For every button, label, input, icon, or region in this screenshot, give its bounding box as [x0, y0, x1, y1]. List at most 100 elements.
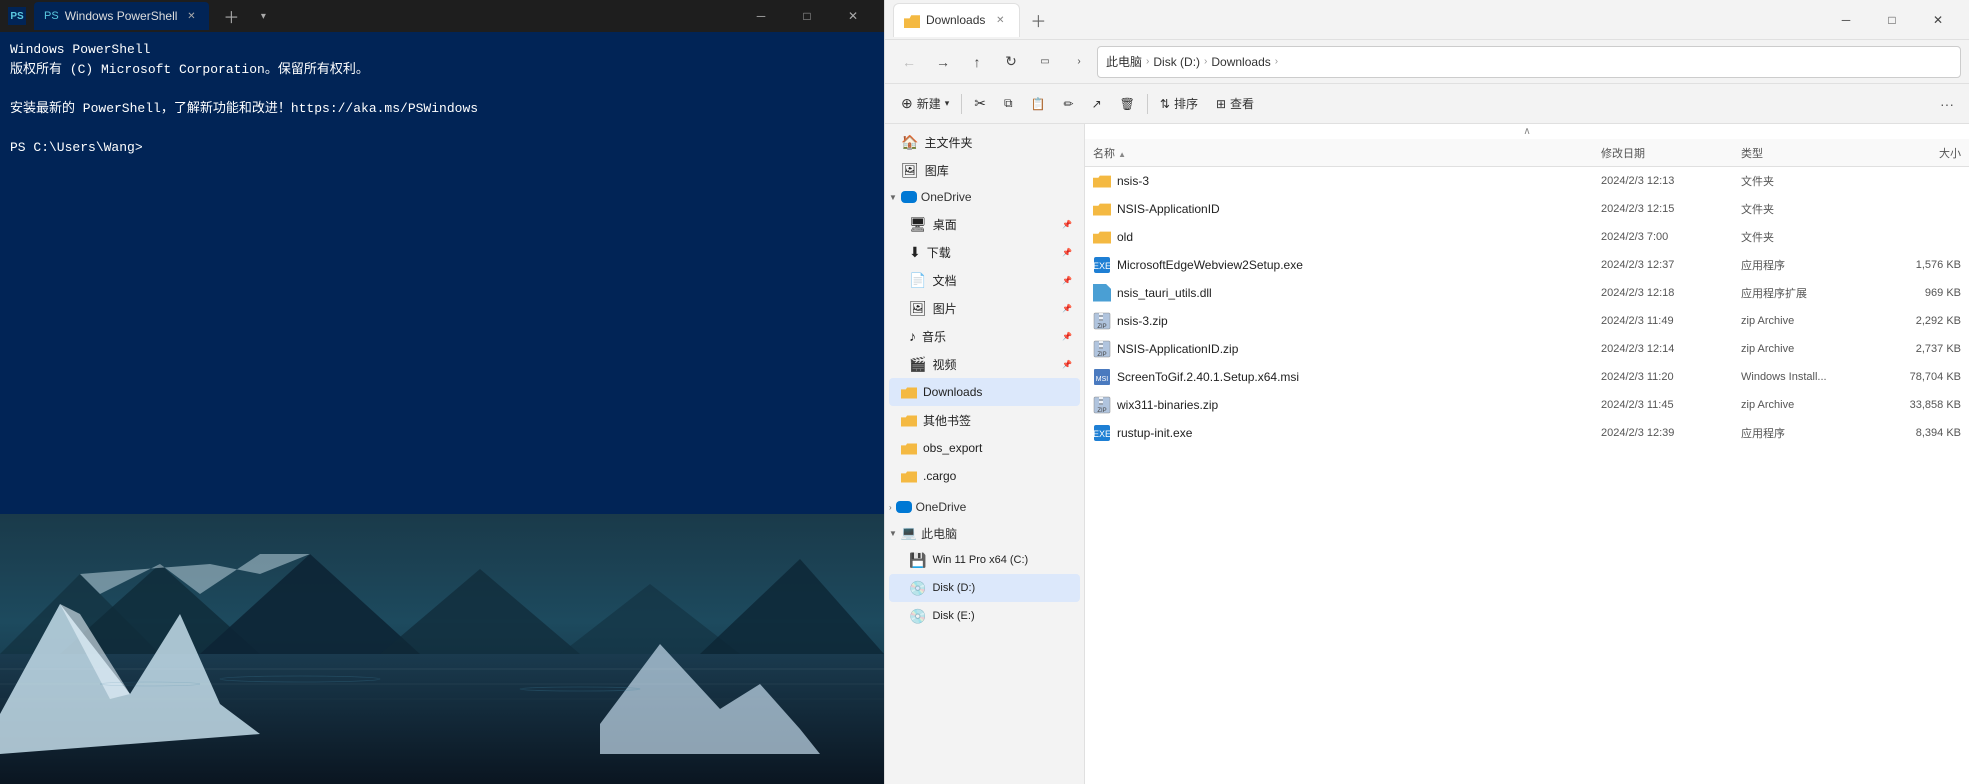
more-options-btn[interactable]: ···	[1933, 90, 1961, 118]
file-rows-container: nsis-3 2024/2/3 12:13 文件夹 NSIS-Applicati…	[1085, 167, 1969, 447]
file-date-cell: 2024/2/3 7:00	[1601, 231, 1741, 243]
svg-text:ZIP: ZIP	[1097, 408, 1106, 414]
sidebar-onedrive-section[interactable]: ▼ OneDrive	[885, 184, 1084, 210]
file-name-cell: NSIS-ApplicationID	[1117, 202, 1601, 216]
col-header-size[interactable]: 大小	[1871, 145, 1961, 161]
sidebar-item-music[interactable]: ♪ 音乐 📌	[889, 322, 1080, 350]
this-pc-expand-icon: ▼	[889, 529, 897, 538]
sidebar-item-drive-d[interactable]: 💿 Disk (D:)	[889, 574, 1080, 602]
forward-btn[interactable]: →	[927, 46, 959, 78]
table-row[interactable]: ZIP wix311-binaries.zip 2024/2/3 11:45 z…	[1085, 391, 1969, 419]
file-name-cell: wix311-binaries.zip	[1117, 398, 1601, 412]
table-row[interactable]: EXE MicrosoftEdgeWebview2Setup.exe 2024/…	[1085, 251, 1969, 279]
paste-btn[interactable]: 📋	[1023, 89, 1054, 119]
address-bar[interactable]: 此电脑 › Disk (D:) › Downloads ›	[1097, 46, 1961, 78]
refresh-btn[interactable]: ↻	[995, 46, 1027, 78]
sort-btn[interactable]: ⇅ 排序	[1152, 89, 1206, 119]
sidebar-drive-c-label: Win 11 Pro x64 (C:)	[932, 554, 1028, 566]
sidebar-this-pc-label: 此电脑	[921, 525, 957, 542]
desktop-icon: 🖥	[909, 216, 927, 233]
explorer-maximize-btn[interactable]: □	[1869, 4, 1915, 36]
cut-btn[interactable]: ✂	[966, 89, 994, 119]
copy-btn[interactable]: ⧉	[996, 89, 1021, 119]
ps-maximize-btn[interactable]: □	[784, 0, 830, 32]
ps-line-2: 版权所有 (C) Microsoft Corporation。保留所有权利。	[10, 60, 874, 80]
file-size-cell: 78,704 KB	[1871, 371, 1961, 383]
table-row[interactable]: old 2024/2/3 7:00 文件夹	[1085, 223, 1969, 251]
up-btn[interactable]: ↑	[961, 46, 993, 78]
sidebar: 🏠 主文件夹 🖼 图库 ▼ OneDrive 🖥 桌面 📌 ⬇	[885, 124, 1085, 784]
sidebar-item-cargo[interactable]: .cargo	[889, 462, 1080, 490]
file-date-cell: 2024/2/3 12:14	[1601, 343, 1741, 355]
sidebar-item-drive-e[interactable]: 💿 Disk (E:)	[889, 602, 1080, 630]
sidebar-pictures-label: 图片	[933, 300, 957, 317]
obs-export-folder-icon	[901, 442, 917, 455]
ps-minimize-btn[interactable]: ─	[738, 0, 784, 32]
sidebar-item-videos[interactable]: 🎬 视频 📌	[889, 350, 1080, 378]
rename-btn[interactable]: ✏	[1056, 89, 1082, 119]
explorer-tab-close-btn[interactable]: ✕	[991, 11, 1009, 29]
share-btn[interactable]: ↗	[1084, 89, 1110, 119]
zip-icon: ZIP	[1093, 312, 1111, 330]
table-row[interactable]: nsis_tauri_utils.dll 2024/2/3 12:18 应用程序…	[1085, 279, 1969, 307]
breadcrumb-toggle-btn[interactable]: ▭	[1029, 46, 1061, 78]
downloads-pin-icon: 📌	[1062, 247, 1072, 257]
table-row[interactable]: EXE rustup-init.exe 2024/2/3 12:39 应用程序 …	[1085, 419, 1969, 447]
sidebar-item-downloads[interactable]: ⬇ 下载 📌	[889, 238, 1080, 266]
ps-tab[interactable]: PS Windows PowerShell ✕	[34, 2, 209, 30]
dll-icon	[1093, 284, 1111, 302]
documents-pin-icon: 📌	[1062, 275, 1072, 285]
col-header-date[interactable]: 修改日期	[1601, 145, 1741, 161]
delete-btn[interactable]: 🗑	[1112, 89, 1143, 119]
back-btn[interactable]: ←	[893, 46, 925, 78]
file-date-cell: 2024/2/3 12:18	[1601, 287, 1741, 299]
table-row[interactable]: nsis-3 2024/2/3 12:13 文件夹	[1085, 167, 1969, 195]
sidebar-videos-label: 视频	[932, 356, 956, 373]
folder-icon	[1093, 230, 1111, 244]
ps-tab-close-btn[interactable]: ✕	[183, 8, 199, 24]
explorer-close-btn[interactable]: ✕	[1915, 4, 1961, 36]
ps-new-tab-btn[interactable]: ＋	[217, 2, 245, 30]
sidebar-item-other-bookmarks[interactable]: 其他书签	[889, 406, 1080, 434]
breadcrumb-expand-btn[interactable]: ›	[1063, 46, 1095, 78]
table-row[interactable]: ZIP NSIS-ApplicationID.zip 2024/2/3 12:1…	[1085, 335, 1969, 363]
explorer-minimize-btn[interactable]: ─	[1823, 4, 1869, 36]
sidebar-item-desktop[interactable]: 🖥 桌面 📌	[889, 210, 1080, 238]
rename-icon: ✏	[1064, 97, 1074, 111]
view-btn[interactable]: ⊞ 查看	[1208, 89, 1262, 119]
file-name-cell: MicrosoftEdgeWebview2Setup.exe	[1117, 258, 1601, 272]
sidebar-item-downloads-folder[interactable]: Downloads	[889, 378, 1080, 406]
sidebar-home-label: 主文件夹	[924, 134, 972, 151]
music-pin-icon: 📌	[1062, 331, 1072, 341]
explorer-titlebar: Downloads ✕ ＋ ─ □ ✕	[885, 0, 1969, 40]
table-row[interactable]: NSIS-ApplicationID 2024/2/3 12:15 文件夹	[1085, 195, 1969, 223]
table-row[interactable]: ZIP nsis-3.zip 2024/2/3 11:49 zip Archiv…	[1085, 307, 1969, 335]
sort-icon: ⇅	[1160, 97, 1170, 111]
file-name-cell: nsis_tauri_utils.dll	[1117, 286, 1601, 300]
sidebar-item-library[interactable]: 🖼 图库	[889, 156, 1080, 184]
ps-dropdown-btn[interactable]: ▾	[253, 6, 273, 26]
ps-background-image	[0, 514, 884, 784]
ps-console-content[interactable]: Windows PowerShell 版权所有 (C) Microsoft Co…	[0, 32, 884, 514]
videos-icon: 🎬	[909, 356, 926, 373]
sidebar-item-drive-c[interactable]: 💾 Win 11 Pro x64 (C:)	[889, 546, 1080, 574]
ps-tab-label: Windows PowerShell	[65, 9, 178, 23]
col-name-label: 名称	[1093, 148, 1115, 160]
file-type-cell: 文件夹	[1741, 229, 1871, 245]
svg-text:EXE: EXE	[1093, 429, 1111, 439]
col-header-type[interactable]: 类型	[1741, 145, 1871, 161]
sidebar-item-pictures[interactable]: 🖼 图片 📌	[889, 294, 1080, 322]
col-header-name[interactable]: 名称 ▲	[1093, 145, 1601, 161]
ps-close-btn[interactable]: ✕	[830, 0, 876, 32]
sidebar-desktop-label: 桌面	[933, 216, 957, 233]
explorer-tab[interactable]: Downloads ✕	[893, 3, 1020, 37]
sidebar-item-obs-export[interactable]: obs_export	[889, 434, 1080, 462]
sidebar-cargo-label: .cargo	[923, 469, 956, 483]
sidebar-item-documents[interactable]: 📄 文档 📌	[889, 266, 1080, 294]
sidebar-this-pc-section[interactable]: ▼ 💻 此电脑	[885, 520, 1084, 546]
new-btn[interactable]: ⊕ 新建 ▾	[893, 89, 957, 119]
sidebar-item-home[interactable]: 🏠 主文件夹	[889, 128, 1080, 156]
table-row[interactable]: MSI ScreenToGif.2.40.1.Setup.x64.msi 202…	[1085, 363, 1969, 391]
sidebar-onedrive-section-2[interactable]: › OneDrive	[885, 494, 1084, 520]
explorer-new-tab-btn[interactable]: ＋	[1024, 6, 1052, 34]
